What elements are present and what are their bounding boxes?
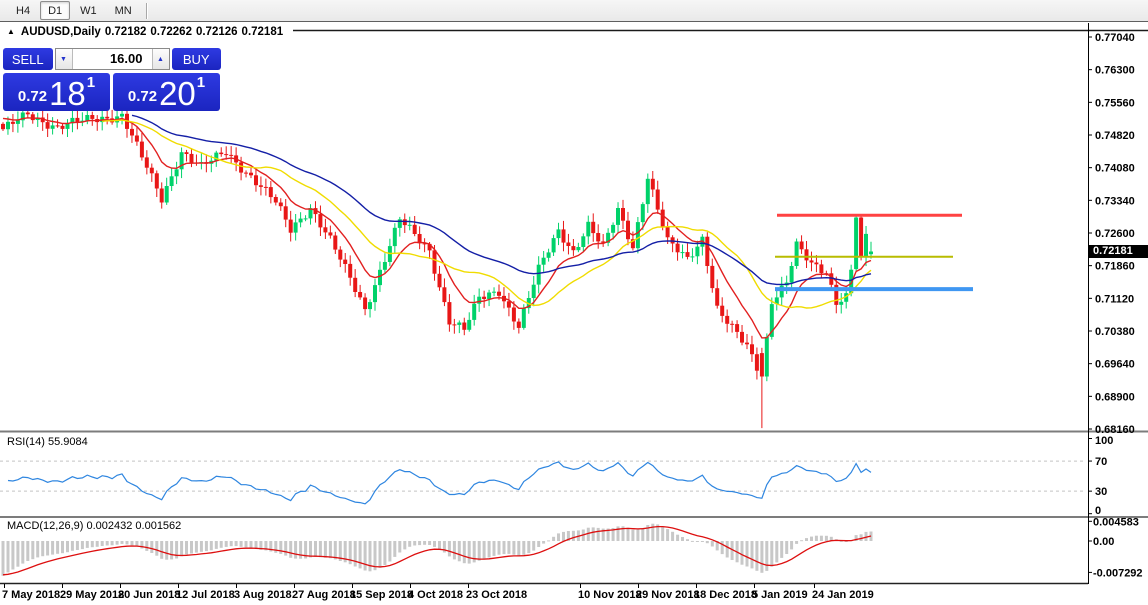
open-value: 0.72182 [105,26,147,38]
volume-increase-button[interactable]: ▲ [152,49,169,69]
ma-mid[interactable] [102,120,871,308]
svg-text:0.69640: 0.69640 [1095,359,1135,371]
svg-text:0: 0 [1095,505,1101,517]
svg-text:24 Jan 2019: 24 Jan 2019 [812,589,874,601]
close-value: 0.72181 [242,26,284,38]
collapse-triangle-icon[interactable]: ▲ [7,27,15,36]
svg-text:0.68900: 0.68900 [1095,391,1135,403]
svg-text:0.77040: 0.77040 [1095,32,1135,44]
svg-text:0.70380: 0.70380 [1095,326,1135,338]
svg-text:0.76300: 0.76300 [1095,65,1135,77]
tab-timeframe-w1[interactable]: W1 [72,1,105,20]
time-axis: 7 May 201829 May 201820 Jun 201812 Jul 2… [2,584,874,601]
svg-text:29 Nov 2018: 29 Nov 2018 [636,589,700,601]
svg-text:12 Jul 2018: 12 Jul 2018 [176,589,235,601]
rsi-indicator-label: RSI(14) 55.9084 [7,436,88,448]
svg-text:0.00: 0.00 [1093,536,1114,548]
current-price-tag: 0.72181 [1089,245,1148,258]
svg-text:70: 70 [1095,456,1107,468]
svg-text:0.75560: 0.75560 [1095,97,1135,109]
toolbar-separator [146,3,148,19]
low-value: 0.72126 [196,26,238,38]
sell-button[interactable]: SELL [3,48,53,70]
high-value: 0.72262 [150,26,192,38]
buy-price-prefix: 0.72 [128,88,157,105]
one-click-trading-panel: SELL ▼ 16.00 ▲ BUY 0.72 18 1 0.72 20 1 [3,48,221,111]
macd-indicator-label: MACD(12,26,9) 0.002432 0.001562 [7,520,181,532]
svg-text:7 May 2018: 7 May 2018 [2,589,60,601]
buy-button[interactable]: BUY [172,48,222,70]
volume-input[interactable]: 16.00 [73,49,152,69]
tab-timeframe-mn[interactable]: MN [107,1,140,20]
timeframe-toolbar: H4 D1 W1 MN [0,0,1148,22]
sell-price-pip-digit: 1 [87,74,95,91]
svg-text:0.71860: 0.71860 [1095,261,1135,273]
sell-price-big-digits: 18 [49,80,86,107]
svg-text:29 May 2018: 29 May 2018 [60,589,124,601]
symbol-label: AUDUSD,Daily [21,26,101,38]
svg-text:23 Oct 2018: 23 Oct 2018 [466,589,527,601]
svg-text:0.004583: 0.004583 [1093,516,1139,528]
svg-text:27 Aug 2018: 27 Aug 2018 [292,589,356,601]
svg-text:4 Oct 2018: 4 Oct 2018 [408,589,463,601]
chart-header: ▲ AUDUSD,Daily 0.721820.72262 0.72126 0.7218… [7,26,293,40]
rsi-panel-separator [0,431,1148,433]
svg-text:0.74080: 0.74080 [1095,163,1135,175]
tab-timeframe-d1[interactable]: D1 [40,1,70,20]
buy-price-big-digits: 20 [159,80,196,107]
volume-decrease-button[interactable]: ▼ [56,49,73,69]
svg-text:30: 30 [1095,486,1107,498]
svg-text:10 Nov 2018: 10 Nov 2018 [578,589,642,601]
svg-text:5 Jan 2019: 5 Jan 2019 [752,589,808,601]
candles-layer [1,104,873,428]
svg-text:-0.007292: -0.007292 [1093,567,1143,579]
buy-price-pip-digit: 1 [197,74,205,91]
sell-price-box[interactable]: 0.72 18 1 [3,73,110,111]
svg-text:0.71120: 0.71120 [1095,293,1134,305]
svg-text:3 Aug 2018: 3 Aug 2018 [234,589,292,601]
svg-text:15 Sep 2018: 15 Sep 2018 [350,589,413,601]
sell-price-prefix: 0.72 [18,88,47,105]
svg-text:18 Dec 2018: 18 Dec 2018 [694,589,757,601]
rsi-line [8,462,871,504]
price-axis: 0.77040 0.76300 0.75560 0.74820 0.74080 0.733… [1088,32,1135,436]
svg-text:0.72600: 0.72600 [1095,228,1135,240]
ma-slow[interactable] [132,115,871,284]
svg-text:0.73340: 0.73340 [1095,195,1135,207]
tab-timeframe-h4[interactable]: H4 [8,1,38,20]
volume-spinner: ▼ 16.00 ▲ [55,48,170,70]
svg-text:20 Jun 2018: 20 Jun 2018 [118,589,180,601]
macd-panel-separator [0,516,1148,518]
buy-price-box[interactable]: 0.72 20 1 [113,73,220,111]
svg-text:0.74820: 0.74820 [1095,130,1135,142]
svg-text:100: 100 [1095,435,1113,447]
